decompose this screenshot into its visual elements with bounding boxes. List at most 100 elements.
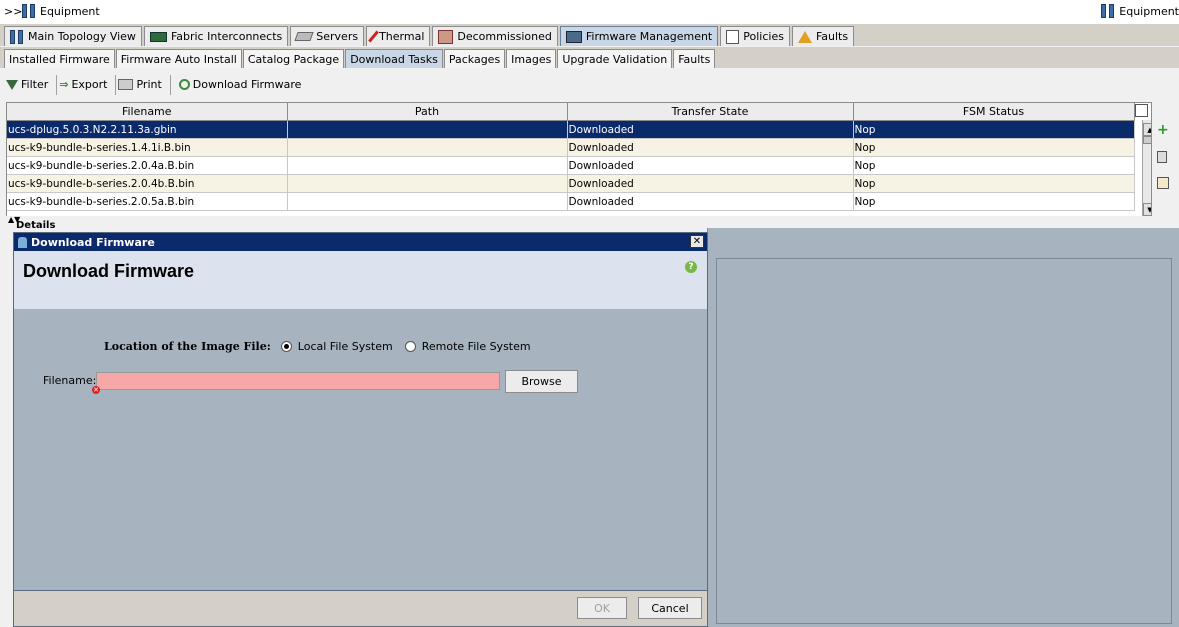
details-panel <box>707 228 1179 627</box>
tab-policies[interactable]: Policies <box>720 26 790 46</box>
tab-main-topology-view[interactable]: Main Topology View <box>4 26 142 46</box>
subtab-upgrade-validation[interactable]: Upgrade Validation <box>557 49 673 68</box>
table-row[interactable]: ucs-k9-bundle-b-series.2.0.4a.B.bin Down… <box>7 156 1135 175</box>
dialog-footer: OK Cancel <box>14 590 707 626</box>
subtab-firmware-auto-install[interactable]: Firmware Auto Install <box>115 49 242 68</box>
column-header-path[interactable]: Path <box>287 103 568 121</box>
location-row: Location of the Image File: Local File S… <box>104 340 531 353</box>
cell-path <box>287 156 568 175</box>
cell-filename: ucs-k9-bundle-b-series.2.0.4b.B.bin <box>7 174 288 193</box>
table-row[interactable]: ucs-k9-bundle-b-series.1.4.1i.B.bin Down… <box>7 138 1135 157</box>
details-label: Details <box>16 220 56 231</box>
local-file-system-label[interactable]: Local File System <box>298 340 393 353</box>
location-label: Location of the Image File: <box>104 340 271 353</box>
tab-label: Decommissioned <box>457 30 552 43</box>
table-row[interactable]: ucs-k9-bundle-b-series.2.0.5a.B.bin Down… <box>7 192 1135 211</box>
breadcrumb-equipment[interactable]: Equipment <box>40 5 100 18</box>
cell-transfer-state: Downloaded <box>567 120 854 139</box>
remote-file-system-radio[interactable] <box>404 341 416 352</box>
cancel-button[interactable]: Cancel <box>638 597 702 619</box>
subtab-packages[interactable]: Packages <box>443 49 506 68</box>
download-tasks-table: Filename Path Transfer State FSM Status … <box>6 102 1152 217</box>
scroll-up-button[interactable]: ▲ <box>1143 123 1151 136</box>
equipment-icon <box>1101 4 1115 18</box>
policies-icon <box>726 29 740 44</box>
table-row[interactable]: ucs-k9-bundle-b-series.2.0.4b.B.bin Down… <box>7 174 1135 193</box>
tab-servers[interactable]: Servers <box>290 26 365 46</box>
tab-label: Faults <box>815 30 849 43</box>
tab-firmware-management[interactable]: Firmware Management <box>559 26 719 46</box>
filter-icon <box>6 79 18 90</box>
ok-button[interactable]: OK <box>577 597 627 619</box>
faults-icon <box>797 30 812 43</box>
print-label: Print <box>136 78 162 91</box>
column-chooser-icon[interactable] <box>1135 104 1148 117</box>
cell-filename: ucs-k9-bundle-b-series.2.0.4a.B.bin <box>7 156 288 175</box>
export-label: Export <box>71 78 108 91</box>
firmware-icon <box>565 30 582 43</box>
tab-label: Thermal <box>379 30 425 43</box>
print-button[interactable]: Print <box>118 78 162 91</box>
cell-transfer-state: Downloaded <box>567 192 854 211</box>
add-icon[interactable]: + <box>1157 123 1175 137</box>
print-icon <box>118 79 134 90</box>
subtab-download-tasks[interactable]: Download Tasks <box>345 49 443 68</box>
remote-file-system-label[interactable]: Remote File System <box>422 340 531 353</box>
details-divider: ▲▼ Details <box>0 215 1179 231</box>
breadcrumb-equipment-right: Equipment <box>1119 4 1179 18</box>
browse-button[interactable]: Browse <box>505 370 578 393</box>
scroll-thumb[interactable] <box>1143 136 1151 144</box>
subtab-catalog-package[interactable]: Catalog Package <box>242 49 345 68</box>
toolbar-divider <box>169 74 171 95</box>
column-header-filename[interactable]: Filename <box>7 103 288 121</box>
expand-nav-button[interactable]: >> <box>4 5 22 18</box>
tab-decommissioned[interactable]: Decommissioned <box>432 26 558 46</box>
table-row[interactable]: ucs-dplug.5.0.3.N2.2.11.3a.gbin Download… <box>7 120 1135 139</box>
properties-icon[interactable] <box>1157 177 1169 189</box>
scroll-down-button[interactable]: ▼ <box>1143 203 1151 216</box>
fabric-interconnect-icon <box>149 31 167 42</box>
tab-label: Firmware Management <box>585 30 713 43</box>
download-firmware-button[interactable]: Download Firmware <box>178 78 302 91</box>
column-header-transfer-state[interactable]: Transfer State <box>567 103 854 121</box>
cell-filename: ucs-dplug.5.0.3.N2.2.11.3a.gbin <box>7 120 288 139</box>
filename-input[interactable] <box>96 372 500 390</box>
main-tab-bar: Main Topology View Fabric Interconnects … <box>0 24 1179 46</box>
subtab-installed-firmware[interactable]: Installed Firmware <box>4 49 115 68</box>
cell-transfer-state: Downloaded <box>567 156 854 175</box>
decommissioned-icon <box>438 29 454 44</box>
help-icon[interactable]: ? <box>685 261 697 273</box>
subtab-images[interactable]: Images <box>506 49 557 68</box>
filter-label: Filter <box>21 78 49 91</box>
table-scrollbar[interactable]: ▲ ▼ <box>1142 120 1151 216</box>
export-icon: ⇒ <box>59 78 69 91</box>
cell-transfer-state: Downloaded <box>567 138 854 157</box>
local-file-system-radio[interactable] <box>280 341 292 352</box>
sub-tab-bar: Installed Firmware Firmware Auto Install… <box>0 47 1179 68</box>
download-firmware-label: Download Firmware <box>192 78 302 91</box>
subtab-faults[interactable]: Faults <box>673 49 716 68</box>
delete-icon[interactable] <box>1157 151 1167 163</box>
column-header-fsm-status[interactable]: FSM Status <box>853 103 1135 121</box>
dialog-titlebar[interactable]: Download Firmware ✕ <box>14 233 707 251</box>
tab-fabric-interconnects[interactable]: Fabric Interconnects <box>143 26 289 46</box>
cell-fsm-status: Nop <box>853 120 1135 139</box>
close-icon[interactable]: ✕ <box>690 235 704 248</box>
cell-fsm-status: Nop <box>853 174 1135 193</box>
tab-thermal[interactable]: Thermal <box>366 26 431 46</box>
dialog-title: Download Firmware <box>31 235 155 249</box>
breadcrumb[interactable]: Equipment <box>22 4 100 18</box>
export-button[interactable]: ⇒ Export <box>59 78 107 91</box>
toolbar-divider <box>56 74 58 95</box>
cell-filename: ucs-k9-bundle-b-series.2.0.5a.B.bin <box>7 192 288 211</box>
error-icon: ✕ <box>92 386 100 394</box>
topology-icon <box>10 29 24 44</box>
filter-button[interactable]: Filter <box>6 78 48 91</box>
equipment-icon <box>22 4 36 18</box>
tab-faults[interactable]: Faults <box>791 26 855 46</box>
breadcrumb-bar: >> Equipment Equipment <box>0 0 1179 25</box>
download-icon <box>18 236 27 248</box>
tab-label: Servers <box>316 30 359 43</box>
tab-label: Main Topology View <box>28 30 136 43</box>
cell-transfer-state: Downloaded <box>567 174 854 193</box>
